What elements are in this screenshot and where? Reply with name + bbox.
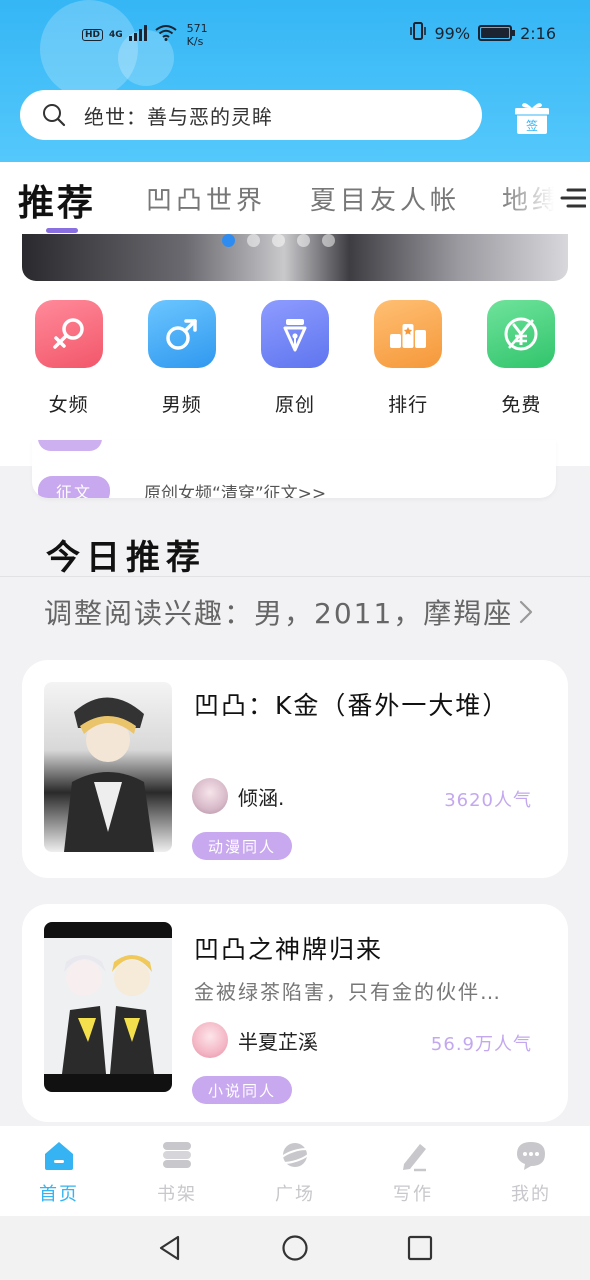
bookshelf-icon xyxy=(160,1138,194,1172)
book-author[interactable]: 半夏芷溪 xyxy=(192,1022,318,1058)
popularity-count: 3620人气 xyxy=(444,790,532,811)
home-circle-icon[interactable] xyxy=(281,1234,309,1262)
book-description: 金被绿茶陷害，只有金的伙伴… xyxy=(194,980,502,1004)
category-female[interactable]: 女频 xyxy=(21,300,117,417)
category-label: 女频 xyxy=(48,394,89,416)
battery-icon xyxy=(478,25,516,41)
category-label: 免费 xyxy=(501,394,542,416)
home-icon xyxy=(42,1138,76,1172)
menu-icon[interactable] xyxy=(560,186,587,210)
category-free[interactable]: 免费 xyxy=(473,300,569,417)
divider xyxy=(0,576,590,577)
nav-bookshelf[interactable]: 书架 xyxy=(118,1126,236,1216)
announcement-row-clipped xyxy=(38,440,103,451)
author-avatar xyxy=(192,778,228,814)
chat-bubble-icon xyxy=(514,1138,548,1172)
nav-home[interactable]: 首页 xyxy=(0,1126,118,1216)
author-name: 半夏芷溪 xyxy=(238,1029,318,1054)
sign-in-gift-button[interactable]: 签 xyxy=(514,100,550,136)
author-name: 倾涵. xyxy=(238,785,285,810)
category-male[interactable]: 男频 xyxy=(134,300,230,417)
clock: 2:16 xyxy=(520,23,556,43)
author-avatar xyxy=(192,1022,228,1058)
yen-icon xyxy=(487,300,556,368)
nav-label: 广场 xyxy=(275,1184,315,1205)
book-cover xyxy=(44,922,172,1092)
category-original[interactable]: 原创 xyxy=(247,300,343,417)
hd-badge: HD xyxy=(82,29,104,41)
chevron-right-icon[interactable] xyxy=(518,598,534,626)
category-ranking[interactable]: 排行 xyxy=(360,300,456,417)
signal-icon xyxy=(128,25,149,45)
tab-active-indicator xyxy=(46,228,78,233)
tab-natsume[interactable]: 夏目友人帐 xyxy=(310,180,460,217)
nav-write[interactable]: 写作 xyxy=(354,1126,472,1216)
nav-mine[interactable]: 我的 xyxy=(472,1126,590,1216)
search-icon xyxy=(42,103,66,127)
back-icon[interactable] xyxy=(156,1234,184,1262)
tab-aotu-world[interactable]: 凹凸世界 xyxy=(146,180,266,217)
battery-percent: 99% xyxy=(434,23,471,43)
nav-label: 书架 xyxy=(157,1184,197,1205)
speed-unit: K/s xyxy=(186,35,204,48)
battery-fill xyxy=(481,28,509,38)
announcement-row[interactable]: 征文 原创女频“清穿”征文>> xyxy=(38,476,326,498)
category-shortcuts: 女频 男频 原创 排行 免费 xyxy=(0,300,590,417)
bottom-nav: 首页 书架 广场 写作 我的 xyxy=(0,1126,590,1216)
announcement-card: 征文 原创女频“清穿”征文>> xyxy=(32,440,556,498)
category-tabs: 推荐 凹凸世界 夏目友人帐 地缚 xyxy=(0,162,590,234)
ranking-icon xyxy=(374,300,443,368)
network-speed: 571 K/s xyxy=(187,22,208,48)
nav-label: 写作 xyxy=(393,1184,433,1205)
app-header: HD 4G 571 K/s 99% 2:16 绝世：善与恶的灵眸 签 xyxy=(0,0,590,162)
search-bar[interactable]: 绝世：善与恶的灵眸 xyxy=(20,90,482,140)
network-type: 4G xyxy=(109,30,123,40)
category-label: 排行 xyxy=(388,394,429,416)
vibrate-icon xyxy=(409,22,427,44)
adjust-interest-link[interactable]: 调整阅读兴趣：男，2011，摩羯座 xyxy=(44,592,513,632)
gift-label: 签 xyxy=(526,118,538,133)
book-cover xyxy=(44,682,172,852)
category-label: 男频 xyxy=(161,394,202,416)
category-label: 原创 xyxy=(274,394,315,416)
pen-nib-icon xyxy=(260,300,329,368)
book-card[interactable]: 凹凸：K金（番外一大堆） 倾涵. 3620人气 动漫同人 xyxy=(22,660,568,878)
female-icon xyxy=(34,300,103,368)
system-nav-bar xyxy=(0,1216,590,1280)
genre-tag[interactable]: 动漫同人 xyxy=(192,832,293,860)
popularity-count: 56.9万人气 xyxy=(430,1034,532,1055)
banner-dot xyxy=(322,234,335,247)
pencil-icon xyxy=(396,1138,430,1172)
speed-value: 571 xyxy=(186,22,208,35)
announcement-tag: 征文 xyxy=(38,476,111,498)
banner-dot xyxy=(222,234,235,247)
genre-tag[interactable]: 小说同人 xyxy=(192,1076,293,1104)
banner-indicator xyxy=(222,234,335,247)
announcement-tag xyxy=(38,440,103,451)
nav-label: 首页 xyxy=(39,1184,79,1205)
wifi-icon xyxy=(155,25,177,45)
book-author[interactable]: 倾涵. xyxy=(192,778,284,814)
banner-dot xyxy=(297,234,310,247)
banner-dot xyxy=(247,234,260,247)
announcement-text: 原创女频“清穿”征文>> xyxy=(144,483,327,499)
book-card[interactable]: 凹凸之神牌归来 金被绿茶陷害，只有金的伙伴… 半夏芷溪 56.9万人气 小说同人 xyxy=(22,904,568,1122)
book-title: 凹凸：K金（番外一大堆） xyxy=(194,691,510,720)
nav-square[interactable]: 广场 xyxy=(236,1126,354,1216)
book-title: 凹凸之神牌归来 xyxy=(194,935,384,964)
recents-icon[interactable] xyxy=(406,1234,434,1262)
status-bar: HD 4G 571 K/s 99% 2:16 xyxy=(0,0,590,68)
section-title: 今日推荐 xyxy=(46,538,206,578)
tab-recommend[interactable]: 推荐 xyxy=(18,174,96,226)
nav-label: 我的 xyxy=(511,1184,551,1205)
planet-icon xyxy=(278,1138,312,1172)
banner-dot xyxy=(272,234,285,247)
male-icon xyxy=(147,300,216,368)
search-query: 绝世：善与恶的灵眸 xyxy=(84,104,273,129)
